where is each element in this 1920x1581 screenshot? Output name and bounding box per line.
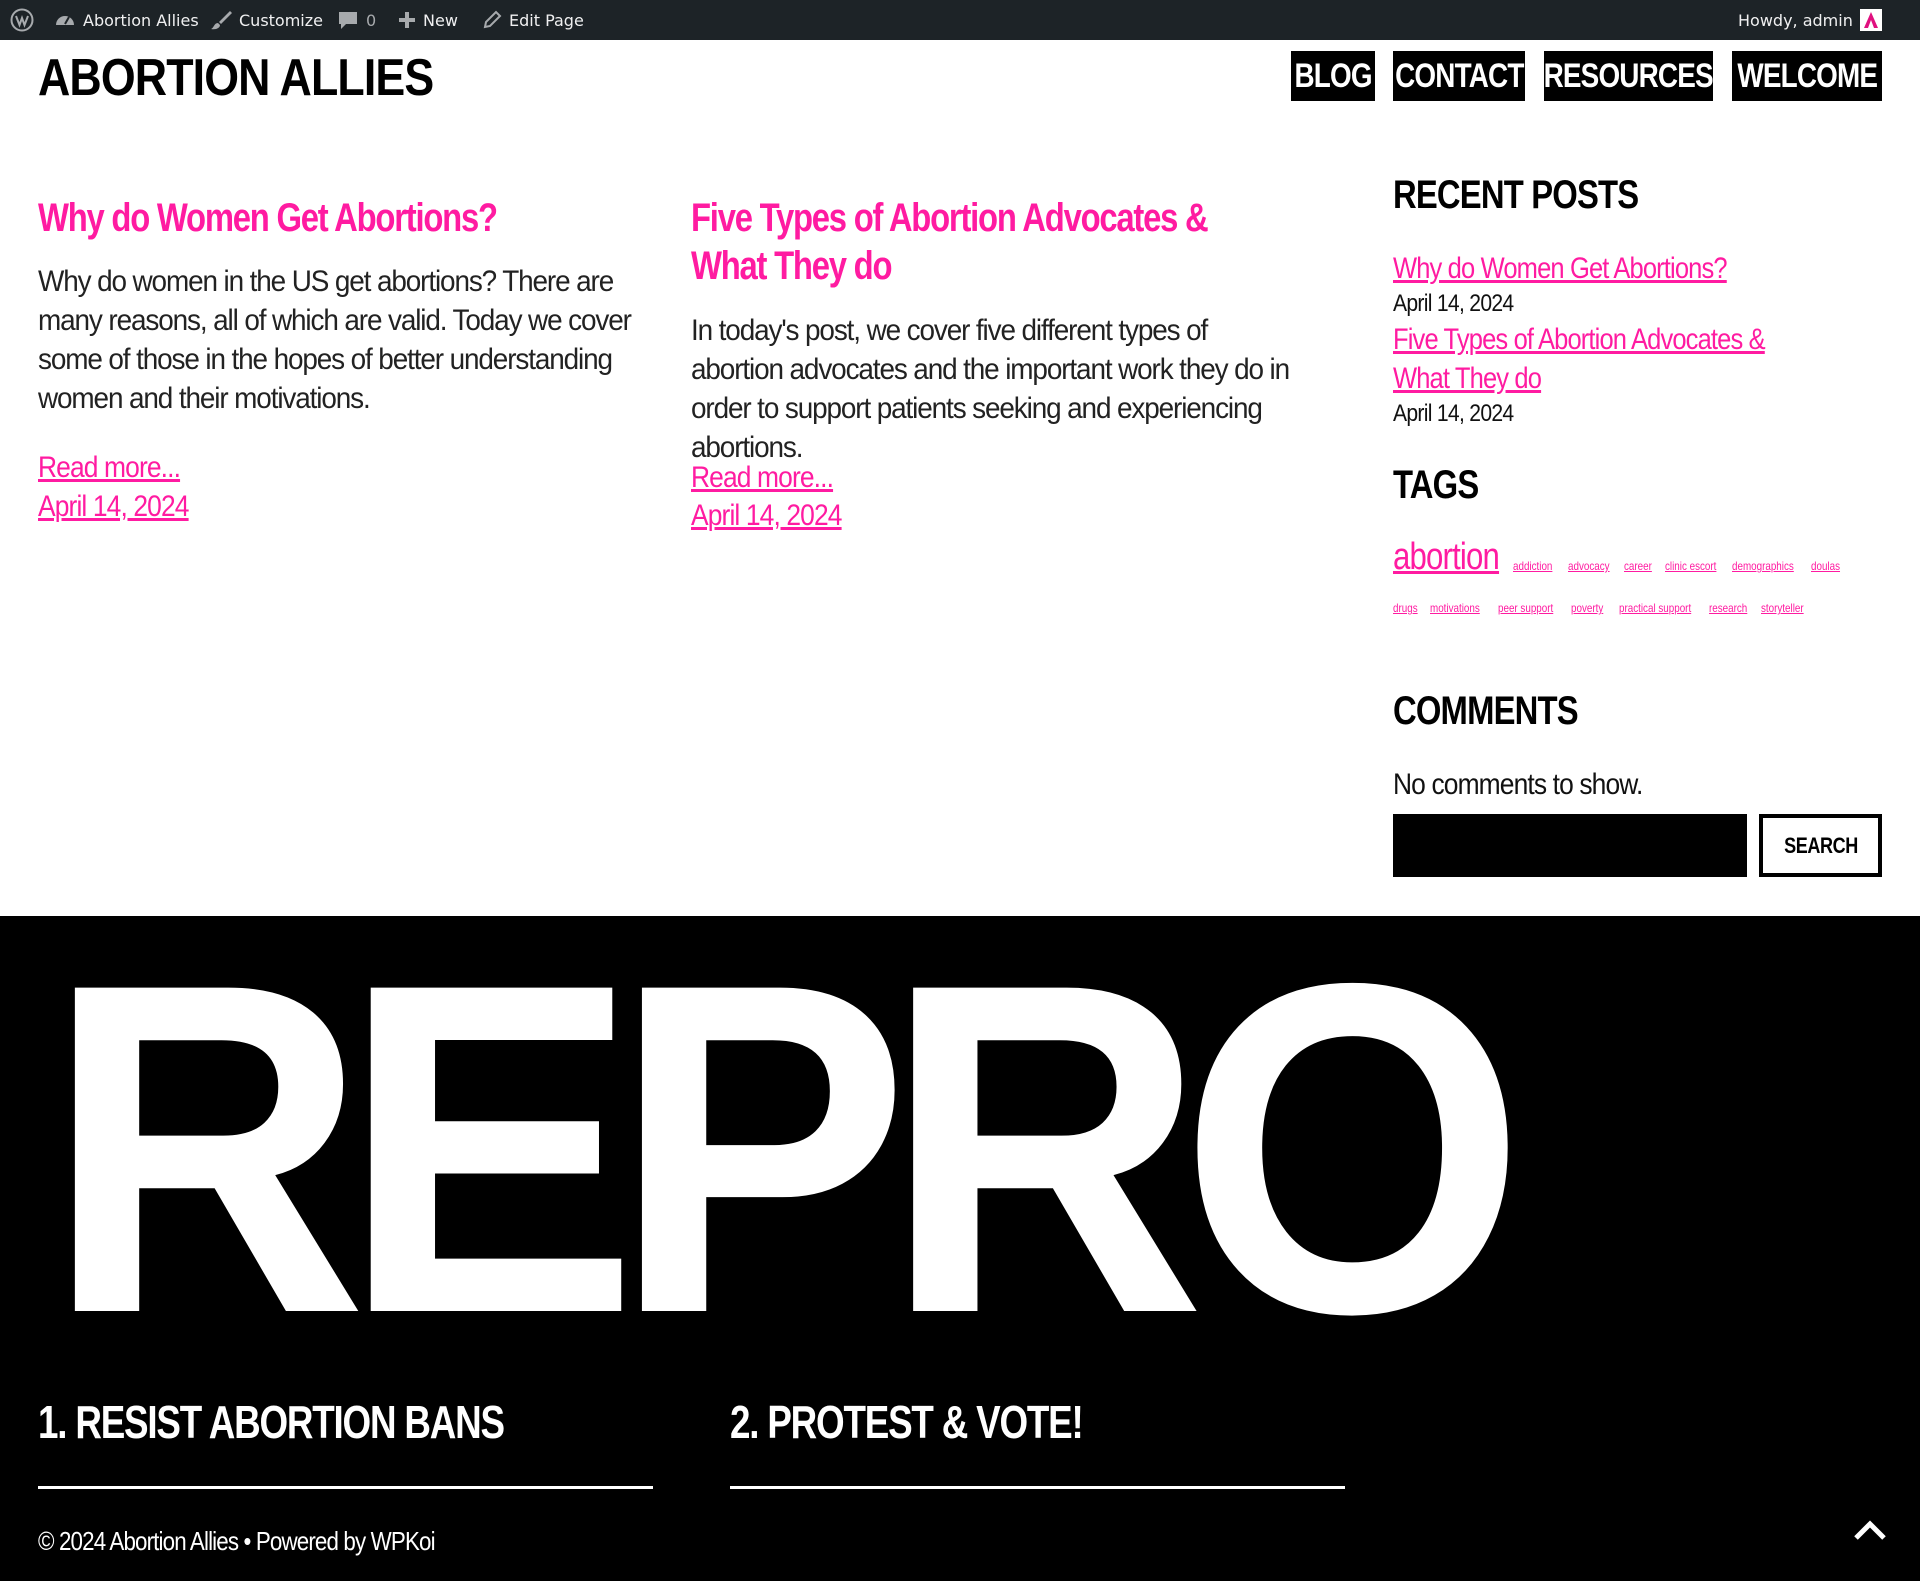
nav-blog[interactable]: BLOG xyxy=(1291,51,1375,101)
comments-count: 0 xyxy=(366,10,377,30)
new-content-link[interactable]: New xyxy=(398,0,458,40)
footer-heading: 2. PROTEST & VOTE! xyxy=(730,1396,1084,1448)
nav-blog-label: BLOG xyxy=(1294,56,1372,95)
post-date-link[interactable]: April 14, 2024 xyxy=(691,497,842,535)
admin-site-name: Abortion Allies xyxy=(83,10,199,30)
post-title-text: Five Types of Abortion Advocates & What … xyxy=(691,196,1209,288)
post-date-link[interactable]: April 14, 2024 xyxy=(38,488,189,526)
tag-link[interactable]: demographics xyxy=(1732,559,1794,573)
post-excerpt: In today's post, we cover five different… xyxy=(691,314,1290,464)
tag-link[interactable]: drugs xyxy=(1393,601,1418,615)
wordpress-logo-button[interactable] xyxy=(10,0,34,40)
post-title-link[interactable]: Why do Women Get Abortions? xyxy=(38,194,638,242)
tag-link[interactable]: research xyxy=(1709,601,1747,615)
tag-link[interactable]: addiction xyxy=(1513,559,1552,573)
recent-post-link[interactable]: Five Types of Abortion Advocates & What … xyxy=(1393,320,1818,398)
admin-bar: Abortion Allies Customize 0 New Edit Pag… xyxy=(0,0,1920,40)
search-button[interactable]: SEARCH xyxy=(1759,814,1882,877)
brush-icon xyxy=(210,9,232,31)
footer-divider xyxy=(730,1486,1345,1489)
comment-icon xyxy=(337,9,359,31)
edit-page-link[interactable]: Edit Page xyxy=(482,0,584,40)
search-button-label: SEARCH xyxy=(1783,832,1858,858)
tag-link[interactable]: practical support xyxy=(1619,601,1691,615)
site-footer: REPRO 1. RESIST ABORTION BANS 2. PROTEST… xyxy=(0,886,1920,1581)
howdy-text: Howdy, admin xyxy=(1738,10,1853,30)
new-label: New xyxy=(423,10,458,30)
nav-resources-label: RESOURCES xyxy=(1543,56,1714,95)
post-title-link[interactable]: Five Types of Abortion Advocates & What … xyxy=(691,194,1341,290)
tag-link[interactable]: storyteller xyxy=(1761,601,1804,615)
post-title-text: Why do Women Get Abortions? xyxy=(38,196,498,240)
site-title[interactable]: ABORTION ALLIES xyxy=(38,46,434,110)
nav-welcome[interactable]: WELCOME xyxy=(1732,51,1882,101)
tag-link[interactable]: poverty xyxy=(1571,601,1603,615)
recent-post-date: April 14, 2024 xyxy=(1393,290,1514,317)
footer-big-text: REPRO xyxy=(45,886,1526,1411)
pencil-icon xyxy=(482,10,502,30)
recent-posts-heading: RECENT POSTS xyxy=(1393,173,1639,217)
nav-contact[interactable]: CONTACT xyxy=(1393,51,1525,101)
edit-page-label: Edit Page xyxy=(509,10,584,30)
nav-welcome-label: WELCOME xyxy=(1737,56,1878,95)
search-input[interactable] xyxy=(1393,814,1747,877)
admin-site-name-link[interactable]: Abortion Allies xyxy=(54,0,199,40)
recent-post-date: April 14, 2024 xyxy=(1393,400,1514,427)
back-to-top-button[interactable] xyxy=(1850,1512,1890,1552)
tag-link[interactable]: motivations xyxy=(1430,601,1480,615)
comments-heading: COMMENTS xyxy=(1393,689,1579,733)
read-more-link[interactable]: Read more... xyxy=(38,449,181,487)
plus-icon xyxy=(398,11,416,29)
wordpress-icon xyxy=(10,8,34,32)
customize-link[interactable]: Customize xyxy=(210,0,323,40)
no-comments-text: No comments to show. xyxy=(1393,768,1643,801)
tag-link[interactable]: career xyxy=(1624,559,1652,573)
avatar xyxy=(1859,9,1882,31)
customize-label: Customize xyxy=(239,10,323,30)
tag-link[interactable]: abortion xyxy=(1393,536,1500,579)
copyright-text: © 2024 Abortion Allies • Powered by WPKo… xyxy=(38,1526,436,1556)
tag-link[interactable]: clinic escort xyxy=(1665,559,1716,573)
tag-link[interactable]: advocacy xyxy=(1568,559,1610,573)
tag-link[interactable]: peer support xyxy=(1498,601,1553,615)
dashboard-icon xyxy=(54,10,76,30)
post-excerpt: Why do women in the US get abortions? Th… xyxy=(38,265,632,415)
footer-heading: 1. RESIST ABORTION BANS xyxy=(38,1396,505,1448)
read-more-link[interactable]: Read more... xyxy=(691,459,834,497)
footer-divider xyxy=(38,1486,653,1489)
nav-resources[interactable]: RESOURCES xyxy=(1543,51,1714,101)
chevron-up-icon xyxy=(1853,1519,1887,1546)
tag-link[interactable]: doulas xyxy=(1811,559,1840,573)
nav-contact-label: CONTACT xyxy=(1394,56,1524,95)
my-account-link[interactable]: Howdy, admin xyxy=(1738,0,1882,40)
tags-heading: TAGS xyxy=(1393,463,1479,507)
comments-link[interactable]: 0 xyxy=(337,0,376,40)
recent-post-link[interactable]: Why do Women Get Abortions? xyxy=(1393,249,1835,288)
